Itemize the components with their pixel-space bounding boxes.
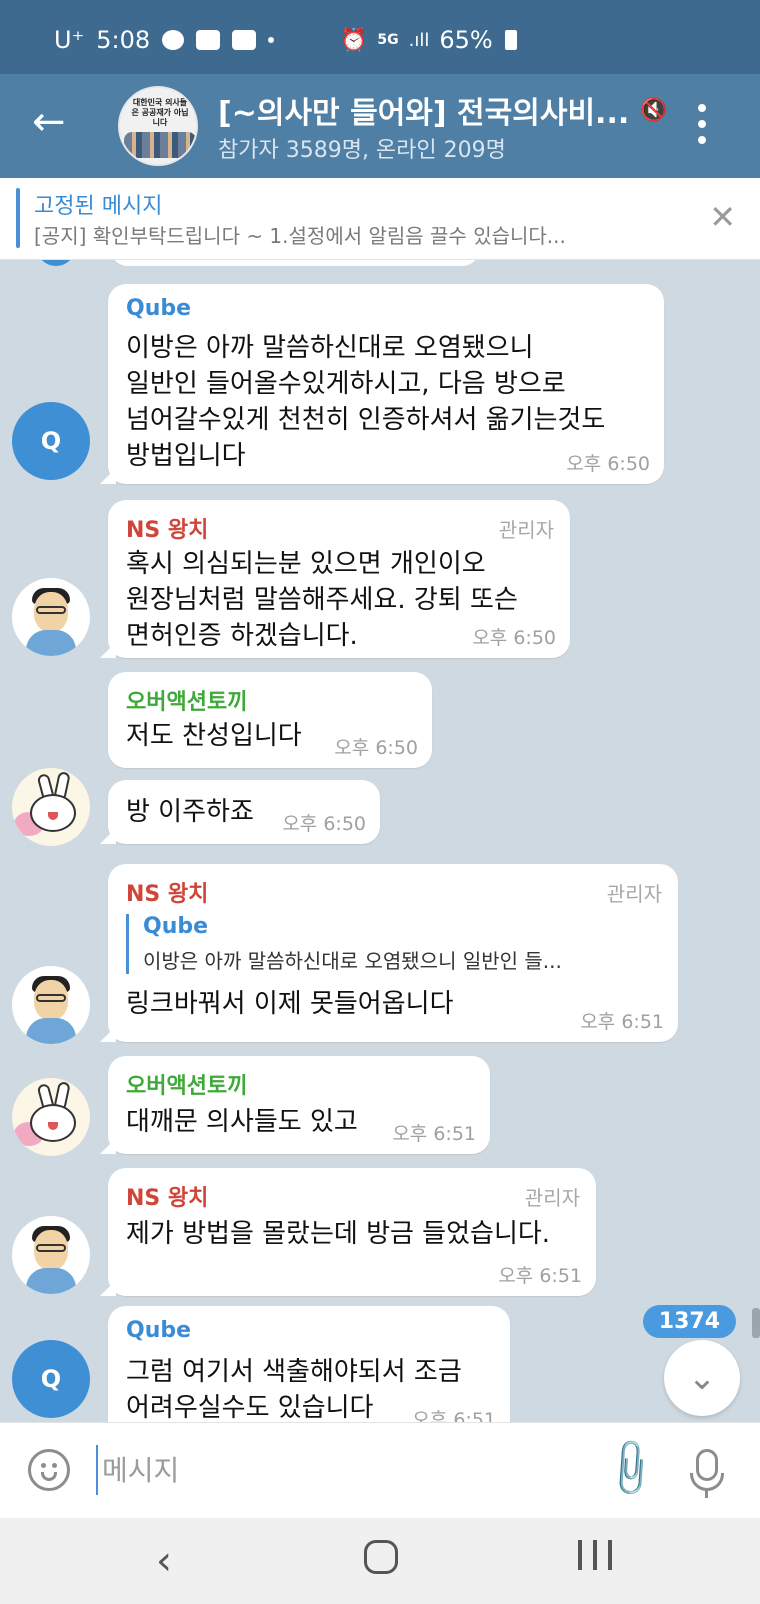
nav-recents-icon[interactable] — [578, 1540, 612, 1570]
sender-name[interactable]: NS 왕치 — [126, 1180, 208, 1212]
battery-icon — [504, 30, 517, 50]
status-left: U⁺ 5:08 — [54, 26, 275, 54]
mic-icon-base — [705, 1490, 708, 1498]
message-time: 오후 6:50 — [566, 453, 650, 475]
admin-badge: 관리자 — [606, 882, 662, 906]
admin-badge: 관리자 — [498, 518, 554, 542]
nav-home-icon[interactable] — [364, 1540, 398, 1574]
message-text: 면허인증 하겠습니다. — [126, 621, 358, 651]
message-time: 오후 6:50 — [472, 627, 556, 649]
clock: 5:08 — [96, 26, 151, 54]
sender-name[interactable]: NS 왕치 — [126, 512, 208, 544]
message-bubble[interactable]: NS 왕치 관리자 Qube 이방은 아까 말씀하신대로 오염됐으니 일반인 들… — [108, 864, 678, 1042]
message-text: 일반인 들어올수있게하시고, 다음 방으로 — [126, 369, 566, 399]
avatar[interactable] — [12, 966, 90, 1044]
group-avatar-people — [124, 132, 196, 158]
message-time: 오후 6:51 — [498, 1265, 582, 1287]
message-input-bar: 📎 — [0, 1422, 760, 1518]
message-time: 오후 6:50 — [282, 813, 366, 835]
sender-name[interactable]: 오버액션토끼 — [126, 1068, 247, 1100]
signal-icon: .ıll — [408, 29, 430, 51]
message-bubble[interactable]: NS 왕치 관리자 혹시 의심되는분 있으면 개인이오 원장님처럼 말씀해주세요… — [108, 500, 570, 658]
reply-sender: Qube — [143, 914, 209, 939]
pinned-accent-bar — [16, 188, 20, 248]
reply-text: 이방은 아까 말씀하신대로 오염됐으니 일반인 들... — [143, 949, 562, 973]
mic-icon-stand — [690, 1473, 724, 1491]
message-text: 방 이주하죠 — [126, 797, 254, 827]
system-nav-bar: ‹ — [0, 1518, 760, 1604]
message-notification-icon — [232, 30, 257, 50]
gallery-notification-icon — [196, 30, 221, 50]
message-text: 링크바꿔서 이제 못들어옵니다 — [126, 989, 454, 1019]
message-text: 원장님처럼 말씀해주세요. 강퇴 또슨 — [126, 585, 518, 615]
carrier-label: U⁺ — [54, 26, 85, 54]
close-icon[interactable]: ✕ — [709, 198, 736, 236]
status-bar: U⁺ 5:08 ⏰ 5G .ıll 65% — [0, 0, 760, 74]
scrollbar-thumb[interactable] — [752, 1308, 760, 1338]
avatar[interactable] — [12, 768, 90, 846]
chat-subtitle[interactable]: 참가자 3589명, 온라인 209명 — [218, 132, 506, 164]
chat-header: ← 대한민국 의사들은 공공재가 아닙니다 [~의사만 들어와] 전국의사비..… — [0, 74, 760, 178]
message-text: 어려우실수도 있습니다 — [126, 1393, 374, 1422]
sender-name[interactable]: Qube — [126, 296, 191, 321]
message-bubble[interactable]: 방 이주하죠 오후 6:50 — [108, 780, 380, 844]
message-time: 오후 6:51 — [392, 1123, 476, 1145]
scroll-to-bottom-button[interactable]: ⌄ — [664, 1340, 740, 1416]
chat-notification-icon — [162, 30, 185, 50]
message-time: 오후 6:51 — [412, 1409, 496, 1422]
nav-back-icon[interactable]: ‹ — [156, 1538, 172, 1584]
avatar[interactable] — [12, 1078, 90, 1156]
more-vert-icon[interactable] — [698, 104, 708, 144]
message-bubble[interactable]: 오버액션토끼 저도 찬성입니다 오후 6:50 — [108, 672, 432, 768]
more-notifications-icon — [268, 37, 275, 43]
sender-name[interactable]: NS 왕치 — [126, 876, 208, 908]
message-text: 대깨문 의사들도 있고 — [126, 1107, 358, 1137]
message-text: 제가 방법을 몰랐는데 방금 들었습니다. — [126, 1219, 551, 1249]
message-time: 오후 6:51 — [580, 1011, 664, 1033]
unread-count-badge[interactable]: 1374 — [642, 1305, 736, 1338]
emoji-icon[interactable] — [28, 1449, 70, 1491]
network-label: 5G — [377, 32, 399, 48]
partial-message-bubble — [110, 260, 480, 266]
avatar[interactable]: Q — [12, 1340, 90, 1418]
status-right: ⏰ 5G .ıll 65% — [340, 26, 517, 54]
message-time: 오후 6:50 — [334, 737, 418, 759]
mute-icon: 🔇 — [640, 98, 668, 123]
message-list[interactable]: Qube 이방은 아까 말씀하신대로 오염됐으니 일반인 들어올수있게하시고, … — [0, 260, 760, 1422]
back-arrow-icon[interactable]: ← — [32, 102, 72, 144]
message-bubble[interactable]: Qube 그럼 여기서 색출해야되서 조금 어려우실수도 있습니다 오후 6:5… — [108, 1306, 510, 1422]
message-text: 넘어갈수있게 천천히 인증하셔서 옮기는것도 — [126, 405, 606, 435]
chevron-down-icon: ⌄ — [687, 1358, 717, 1398]
sender-name[interactable]: 오버액션토끼 — [126, 684, 247, 716]
avatar[interactable]: Q — [12, 402, 90, 480]
message-input[interactable] — [96, 1445, 566, 1495]
partial-avatar — [36, 260, 76, 266]
admin-badge: 관리자 — [524, 1186, 580, 1210]
attach-icon[interactable]: 📎 — [597, 1434, 665, 1503]
battery-label: 65% — [439, 26, 493, 54]
avatar[interactable] — [12, 1216, 90, 1294]
pinned-text: [공지] 확인부탁드립니다 ~ 1.설정에서 알림음 끌수 있습니다... — [34, 224, 566, 248]
message-bubble[interactable]: Qube 이방은 아까 말씀하신대로 오염됐으니 일반인 들어올수있게하시고, … — [108, 284, 664, 484]
message-text: 방법입니다 — [126, 441, 246, 471]
group-avatar-text: 대한민국 의사들은 공공재가 아닙니다 — [131, 98, 189, 127]
pinned-message[interactable]: 고정된 메시지 [공지] 확인부탁드립니다 ~ 1.설정에서 알림음 끌수 있습… — [0, 178, 760, 260]
chat-title[interactable]: [~의사만 들어와] 전국의사비... — [218, 88, 648, 132]
message-bubble[interactable]: 오버액션토끼 대깨문 의사들도 있고 오후 6:51 — [108, 1056, 490, 1154]
message-bubble[interactable]: NS 왕치 관리자 제가 방법을 몰랐는데 방금 들었습니다. 오후 6:51 — [108, 1168, 596, 1296]
reply-quote[interactable]: Qube 이방은 아까 말씀하신대로 오염됐으니 일반인 들... — [126, 914, 663, 974]
alarm-icon: ⏰ — [340, 27, 368, 53]
group-avatar[interactable]: 대한민국 의사들은 공공재가 아닙니다 — [118, 86, 198, 166]
pinned-title: 고정된 메시지 — [34, 194, 163, 219]
message-text: 이방은 아까 말씀하신대로 오염됐으니 — [126, 333, 534, 363]
sender-name[interactable]: Qube — [126, 1318, 191, 1343]
avatar[interactable] — [12, 578, 90, 656]
message-text: 그럼 여기서 색출해야되서 조금 — [126, 1357, 462, 1387]
message-text: 저도 찬성입니다 — [126, 721, 302, 751]
message-text: 혹시 의심되는분 있으면 개인이오 — [126, 549, 486, 579]
